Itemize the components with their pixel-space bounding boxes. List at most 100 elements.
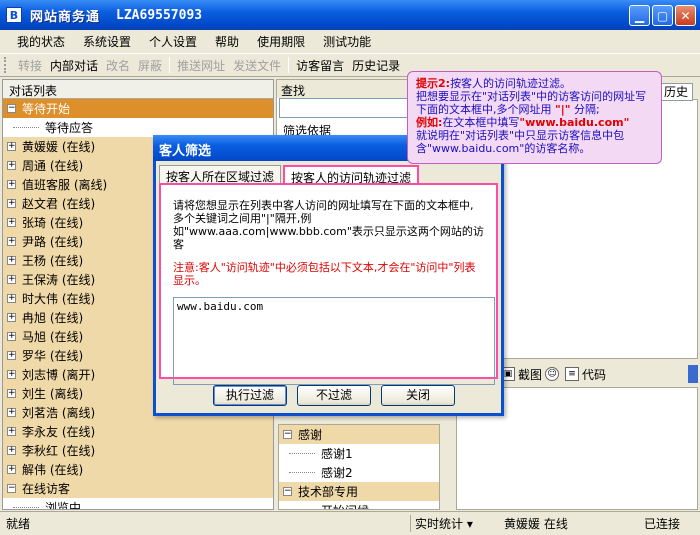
- tree-group-row[interactable]: − 在线访客: [3, 479, 273, 498]
- url-keyword-textarea[interactable]: www.baidu.com: [173, 297, 495, 385]
- hint-callout: 提示2:按客人的访问轨迹过滤。 把想要显示在"对话列表"中的访客访问的网址写下面…: [407, 71, 662, 164]
- collapse-icon[interactable]: −: [7, 484, 16, 493]
- collapse-icon[interactable]: −: [7, 104, 16, 113]
- tree-connector: [289, 472, 315, 473]
- hint-explain: 就说明在"对话列表"中只显示访客信息中包含"www.baidu.com"的访客名…: [416, 129, 625, 155]
- tree-group-row[interactable]: − 等待开始: [3, 99, 273, 118]
- menu-personal-settings[interactable]: 个人设置: [140, 33, 206, 50]
- collapse-icon[interactable]: −: [283, 487, 292, 496]
- expand-icon[interactable]: +: [7, 142, 16, 151]
- transfer-button[interactable]: 转接: [14, 57, 46, 74]
- tree-group-row[interactable]: + 李秋红 (在线): [3, 441, 273, 460]
- expand-icon[interactable]: +: [7, 294, 16, 303]
- collapse-icon[interactable]: −: [283, 430, 292, 439]
- expand-icon[interactable]: +: [7, 313, 16, 322]
- tree-group-row[interactable]: − 技术部专用: [279, 482, 439, 501]
- history-button[interactable]: 历史记录: [348, 57, 404, 74]
- dialog-tab-content: 请将您想显示在列表中客人访问的网址填写在下面的文本框中,多个关键词之间用"|"隔…: [159, 183, 498, 385]
- conversation-list-header: 对话列表: [3, 80, 273, 99]
- menu-usage-period[interactable]: 使用期限: [248, 33, 314, 50]
- quick-reply-panel: −感谢感谢1感谢2−技术部专用开始问候: [278, 424, 440, 510]
- tree-row-label: 技术部专用: [298, 485, 359, 499]
- tree-row-label: 罗华 (在线): [22, 349, 84, 363]
- menu-test-features[interactable]: 测试功能: [314, 33, 380, 50]
- tree-connector: [13, 507, 39, 508]
- expand-icon[interactable]: +: [7, 218, 16, 227]
- minimize-button[interactable]: ▁: [629, 5, 650, 26]
- send-file-button[interactable]: 发送文件: [229, 57, 285, 74]
- tab-filter-by-region[interactable]: 按客人所在区域过滤: [159, 165, 282, 185]
- no-filter-button[interactable]: 不过滤: [297, 385, 371, 406]
- tree-group-row[interactable]: − 感谢: [279, 425, 439, 444]
- tree-row-label: 冉旭 (在线): [22, 311, 84, 325]
- tree-row-label: 刘生 (离线): [22, 387, 84, 401]
- expand-icon[interactable]: +: [7, 427, 16, 436]
- title-bar: B 网站商务通 LZA69557093 ▁ ▢ ✕: [0, 0, 700, 30]
- tree-child-row[interactable]: 浏览中: [3, 498, 273, 509]
- emoticon-icon[interactable]: ☺: [545, 367, 560, 381]
- tree-group-row[interactable]: + 李永友 (在线): [3, 422, 273, 441]
- dialog-buttons: 执行过滤 不过滤 关闭: [213, 385, 455, 406]
- tree-child-row[interactable]: 感谢2: [279, 463, 439, 482]
- expand-icon[interactable]: +: [7, 408, 16, 417]
- push-url-button[interactable]: 推送网址: [173, 57, 229, 74]
- close-button[interactable]: ✕: [675, 5, 696, 26]
- rename-button[interactable]: 改名: [102, 57, 134, 74]
- toolbar-grip[interactable]: [4, 57, 8, 73]
- expand-icon[interactable]: +: [7, 161, 16, 170]
- expand-icon[interactable]: +: [7, 256, 16, 265]
- toolbar-chevron-icon[interactable]: [688, 365, 698, 383]
- expand-icon[interactable]: +: [7, 389, 16, 398]
- menu-my-status[interactable]: 我的状态: [8, 33, 74, 50]
- visitor-filter-dialog: 客人筛选 按客人所在区域过滤 按客人的访问轨迹过滤 请将您想显示在列表中客人访问…: [153, 135, 504, 416]
- dialog-note: 注意:客人"访问轨迹"中必须包括以下文本,才会在"访问中"列表显示。: [173, 261, 476, 287]
- code-button[interactable]: 代码: [582, 366, 606, 383]
- screenshot-button[interactable]: 截图: [518, 366, 542, 383]
- status-user: 黄媛媛 在线: [504, 517, 568, 531]
- tree-child-row[interactable]: 感谢1: [279, 444, 439, 463]
- tree-row-label: 李秋红 (在线): [22, 444, 96, 458]
- tree-row-label: 感谢: [298, 428, 323, 442]
- tree-row-label: 刘志博 (离开): [22, 368, 96, 382]
- expand-icon[interactable]: +: [7, 237, 16, 246]
- status-ready: 就绪: [6, 517, 31, 531]
- expand-icon[interactable]: +: [7, 446, 16, 455]
- visitor-message-button[interactable]: 访客留言: [292, 57, 348, 74]
- toolbar-separator: [169, 57, 171, 73]
- tree-group-row[interactable]: + 解伟 (在线): [3, 460, 273, 479]
- tab-filter-by-trace[interactable]: 按客人的访问轨迹过滤: [283, 165, 420, 185]
- expand-icon[interactable]: +: [7, 465, 16, 474]
- hint-separator: "|": [555, 103, 571, 116]
- tree-row-label: 马旭 (在线): [22, 330, 84, 344]
- quick-reply-tree: −感谢感谢1感谢2−技术部专用开始问候: [279, 425, 439, 509]
- expand-icon[interactable]: +: [7, 370, 16, 379]
- maximize-button[interactable]: ▢: [652, 5, 673, 26]
- tree-row-label: 感谢2: [321, 466, 353, 480]
- status-bar: 就绪 实时统计 ▾ 黄媛媛 在线 已连接: [0, 511, 700, 535]
- expand-icon[interactable]: +: [7, 199, 16, 208]
- tree-child-row[interactable]: 开始问候: [279, 501, 439, 509]
- internal-chat-button[interactable]: 内部对话: [46, 57, 102, 74]
- tree-row-label: 感谢1: [321, 447, 353, 461]
- hint-body: 把想要显示在"对话列表"中的访客访问的网址写下面的文本框中,多个网址用: [416, 90, 647, 116]
- menu-system-settings[interactable]: 系统设置: [74, 33, 140, 50]
- tree-row-label: 解伟 (在线): [22, 463, 84, 477]
- expand-icon[interactable]: +: [7, 180, 16, 189]
- expand-icon[interactable]: +: [7, 351, 16, 360]
- tree-row-label: 黄媛媛 (在线): [22, 140, 96, 154]
- window-account-id: LZA69557093: [116, 7, 203, 23]
- dialog-description: 请将您想显示在列表中客人访问的网址填写在下面的文本框中,多个关键词之间用"|"隔…: [173, 199, 484, 251]
- expand-icon[interactable]: +: [7, 332, 16, 341]
- tree-row-label: 王杨 (在线): [22, 254, 84, 268]
- menu-help[interactable]: 帮助: [206, 33, 248, 50]
- expand-icon[interactable]: +: [7, 275, 16, 284]
- tree-row-label: 时大伟 (在线): [22, 292, 96, 306]
- tab-history[interactable]: 历史: [659, 83, 693, 101]
- tree-connector: [13, 127, 39, 128]
- apply-filter-button[interactable]: 执行过滤: [213, 385, 287, 406]
- block-button[interactable]: 屏蔽: [134, 57, 166, 74]
- realtime-stats-dropdown[interactable]: 实时统计 ▾: [410, 515, 476, 532]
- toolbar-separator: [288, 57, 290, 73]
- tree-row-label: 值班客服 (离线): [22, 178, 108, 192]
- close-dialog-button[interactable]: 关闭: [381, 385, 455, 406]
